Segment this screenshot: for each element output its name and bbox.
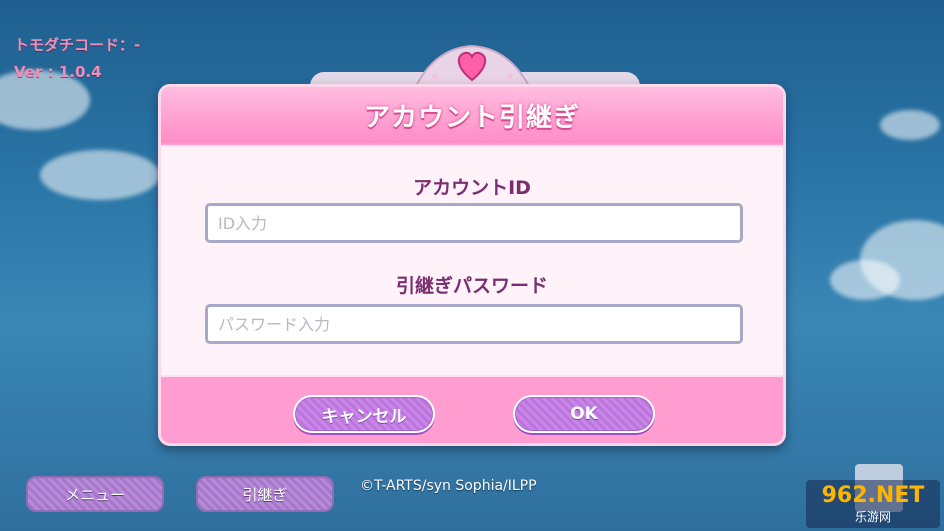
copyright-text: ©T-ARTS/syn Sophia/ILPP [360,478,537,494]
cloud [830,260,900,300]
watermark-logo: 962.NET [821,483,925,508]
account-transfer-dialog: アカウント引継ぎ アカウントID 引継ぎパスワード キャンセル OK [158,84,786,446]
version-label: Ver : 1.0.4 [14,63,102,81]
dialog-title: アカウント引継ぎ [363,102,580,133]
account-id-label: アカウントID [413,177,531,199]
account-id-input[interactable] [205,203,743,243]
dialog-body: アカウントID 引継ぎパスワード [161,145,783,377]
watermark-subtitle: 乐游网 [854,510,891,524]
menu-button[interactable]: メニュー [26,476,164,512]
dialog-header: アカウント引継ぎ [161,87,783,143]
cloud [880,110,940,140]
site-watermark: 962.NET 乐游网 [806,480,940,528]
tomodachi-code: トモダチコード：- [14,36,141,54]
ok-button[interactable]: OK [513,395,655,433]
cancel-button[interactable]: キャンセル [293,395,435,433]
password-input[interactable] [205,304,743,344]
transfer-button[interactable]: 引継ぎ [196,476,334,512]
password-label: 引継ぎパスワード [395,275,548,297]
cloud [40,150,160,200]
